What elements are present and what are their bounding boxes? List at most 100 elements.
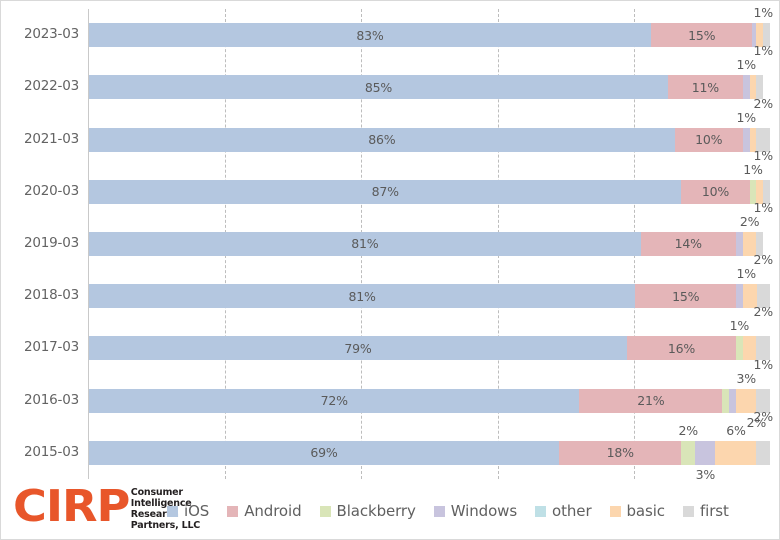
bar-segment-android[interactable]: 15% bbox=[650, 23, 753, 48]
stacked-bar-2017-03: 79% 16% bbox=[89, 336, 770, 361]
bar-segment-android[interactable]: 10% bbox=[674, 127, 743, 152]
legend-swatch-icon bbox=[535, 505, 547, 517]
stacked-bar-2016-03: 72% 21% bbox=[89, 388, 770, 413]
bar-segment-callout-windows: 3% bbox=[695, 466, 716, 482]
bar-segment-basic[interactable] bbox=[715, 440, 757, 465]
bar-segment-first[interactable] bbox=[756, 440, 770, 465]
bar-segment-value: 14% bbox=[674, 236, 702, 252]
legend-swatch-icon bbox=[227, 505, 239, 517]
y-axis-tick-2016-03: 2016-03 bbox=[23, 391, 79, 408]
legend-swatch-icon bbox=[682, 505, 694, 517]
bar-segment-callout-basic: 6% bbox=[726, 422, 746, 438]
bar-segment-callout-first: 1% bbox=[753, 356, 773, 372]
bar-segment-ios[interactable]: 81% bbox=[89, 231, 641, 256]
legend-label: basic bbox=[626, 502, 666, 520]
bar-segment-callout-basic: 3% bbox=[736, 370, 756, 386]
bar-segment-ios[interactable]: 72% bbox=[89, 388, 580, 413]
bar-segment-android[interactable]: 16% bbox=[626, 336, 736, 361]
bar-segment-value: 81% bbox=[348, 288, 376, 304]
bar-segment-value: 18% bbox=[606, 445, 634, 461]
bar-segment-ios[interactable]: 85% bbox=[89, 75, 668, 100]
bar-segment-ios[interactable]: 83% bbox=[89, 23, 651, 48]
y-axis-tick-2017-03: 2017-03 bbox=[23, 339, 79, 356]
bar-segment-ios[interactable]: 81% bbox=[89, 284, 636, 309]
bar-segment-android[interactable]: 15% bbox=[635, 284, 737, 309]
stacked-bar-2020-03: 87% 10% bbox=[89, 179, 770, 204]
legend-item-basic[interactable]: basic bbox=[609, 502, 666, 520]
legend-item-ios[interactable]: iOS bbox=[167, 502, 209, 520]
bar-segment-blackberry[interactable] bbox=[722, 388, 730, 413]
legend-item-android[interactable]: Android bbox=[227, 502, 302, 520]
table-row: 1% 2% 86% 10% bbox=[89, 96, 773, 165]
cirp-logo-line-1: Consumer bbox=[130, 487, 183, 498]
y-axis-tick-2020-03: 2020-03 bbox=[23, 182, 79, 199]
bar-segment-callout-blackberry: 1% bbox=[743, 161, 763, 177]
bar-segment-value: 15% bbox=[688, 27, 716, 43]
legend-label: Windows bbox=[450, 502, 518, 520]
y-axis-tick-2019-03: 2019-03 bbox=[23, 235, 79, 251]
bar-segment-blackberry[interactable] bbox=[735, 336, 743, 361]
bar-segment-callout-first: 2% bbox=[753, 252, 773, 268]
legend-item-windows[interactable]: Windows bbox=[433, 502, 518, 520]
bar-segment-callout-blackberry: 1% bbox=[729, 318, 750, 334]
bar-segment-android[interactable]: 21% bbox=[579, 388, 723, 413]
legend-item-other[interactable]: other bbox=[535, 502, 592, 520]
legend-label: Blackberry bbox=[336, 502, 416, 520]
y-axis-labels: 2023-03 2022-03 2021-03 2020-03 2019-03 2018-… bbox=[1, 9, 89, 479]
bar-segment-callout-first: 2% bbox=[753, 95, 773, 111]
bar-segment-callout-blackberry: 2% bbox=[678, 422, 699, 438]
table-row: 3% 1% 72% 21% bbox=[89, 357, 773, 427]
stacked-bar-2015-03: 69% 18% bbox=[89, 440, 770, 465]
bar-segment-value: 87% bbox=[371, 184, 399, 200]
bar-segment-value: 10% bbox=[701, 184, 730, 200]
bar-segment-callout-first: 1% bbox=[753, 200, 773, 215]
legend-label: Android bbox=[244, 502, 302, 520]
bar-segment-callout-extra: 2% bbox=[746, 414, 767, 430]
bar-segment-value: 86% bbox=[368, 132, 396, 148]
bar-segment-windows[interactable] bbox=[742, 127, 750, 152]
legend-label: other bbox=[552, 502, 592, 520]
bar-segment-value: 15% bbox=[672, 288, 700, 304]
bar-segment-android[interactable]: 14% bbox=[640, 231, 736, 256]
bar-segment-ios[interactable]: 87% bbox=[89, 179, 682, 204]
bar-segment-ios[interactable]: 79% bbox=[89, 336, 627, 361]
bar-segment-android[interactable]: 10% bbox=[681, 179, 750, 204]
bar-segment-callout-windows: 1% bbox=[736, 266, 756, 282]
bar-segment-android[interactable]: 11% bbox=[667, 75, 743, 100]
legend-swatch-icon bbox=[167, 505, 178, 517]
y-axis-tick-2022-03: 2022-03 bbox=[23, 78, 79, 95]
bar-segment-android[interactable]: 18% bbox=[558, 440, 682, 465]
chart-container: 2023-03 2022-03 2021-03 2020-03 2019-03 2018-… bbox=[0, 0, 780, 540]
bar-segment-callout-windows: 1% bbox=[736, 109, 756, 125]
y-axis-tick-2018-03: 2018-03 bbox=[23, 287, 79, 304]
stacked-bar-2018-03: 81% 15% bbox=[89, 284, 770, 309]
bar-segment-windows[interactable] bbox=[736, 284, 744, 309]
legend-item-first[interactable]: first bbox=[682, 502, 729, 520]
bar-segment-callout-basic: 2% bbox=[739, 214, 760, 229]
legend-item-blackberry[interactable]: Blackberry bbox=[319, 502, 416, 520]
chart-legend: iOS Android Blackberry Windows other basic fir… bbox=[167, 498, 747, 524]
table-row: 1% 2% 81% 15% bbox=[89, 252, 773, 322]
bar-segment-windows[interactable] bbox=[695, 440, 716, 465]
bar-segment-ios[interactable]: 69% bbox=[89, 440, 559, 465]
bar-segment-value: 69% bbox=[310, 445, 338, 461]
legend-swatch-icon bbox=[433, 505, 445, 517]
stacked-bar-2019-03: 81% 14% bbox=[89, 231, 770, 256]
table-row: 1% 1% 87% 10% bbox=[89, 148, 773, 218]
table-row: 1% 1% 85% 11% bbox=[89, 43, 773, 113]
bar-segment-windows[interactable] bbox=[735, 231, 743, 256]
legend-label: first bbox=[699, 502, 729, 520]
bar-segment-value: 16% bbox=[667, 340, 696, 356]
bar-segment-value: 11% bbox=[691, 79, 719, 95]
stacked-bar-2023-03: 83% 15% bbox=[89, 23, 770, 48]
legend-label: iOS bbox=[184, 502, 210, 520]
y-axis-tick-2015-03: 2015-03 bbox=[23, 443, 79, 460]
bar-segment-ios[interactable]: 86% bbox=[89, 127, 675, 152]
bar-segment-blackberry[interactable] bbox=[681, 440, 696, 465]
bar-segment-callout-first: 2% bbox=[753, 304, 773, 320]
stacked-bar-2022-03: 85% 11% bbox=[89, 75, 770, 100]
bar-segment-windows[interactable] bbox=[742, 75, 750, 100]
cirp-logo-mark: CIRP bbox=[13, 481, 130, 532]
bar-segment-windows[interactable] bbox=[729, 388, 736, 413]
bar-segment-callout-first: 1% bbox=[753, 43, 773, 59]
